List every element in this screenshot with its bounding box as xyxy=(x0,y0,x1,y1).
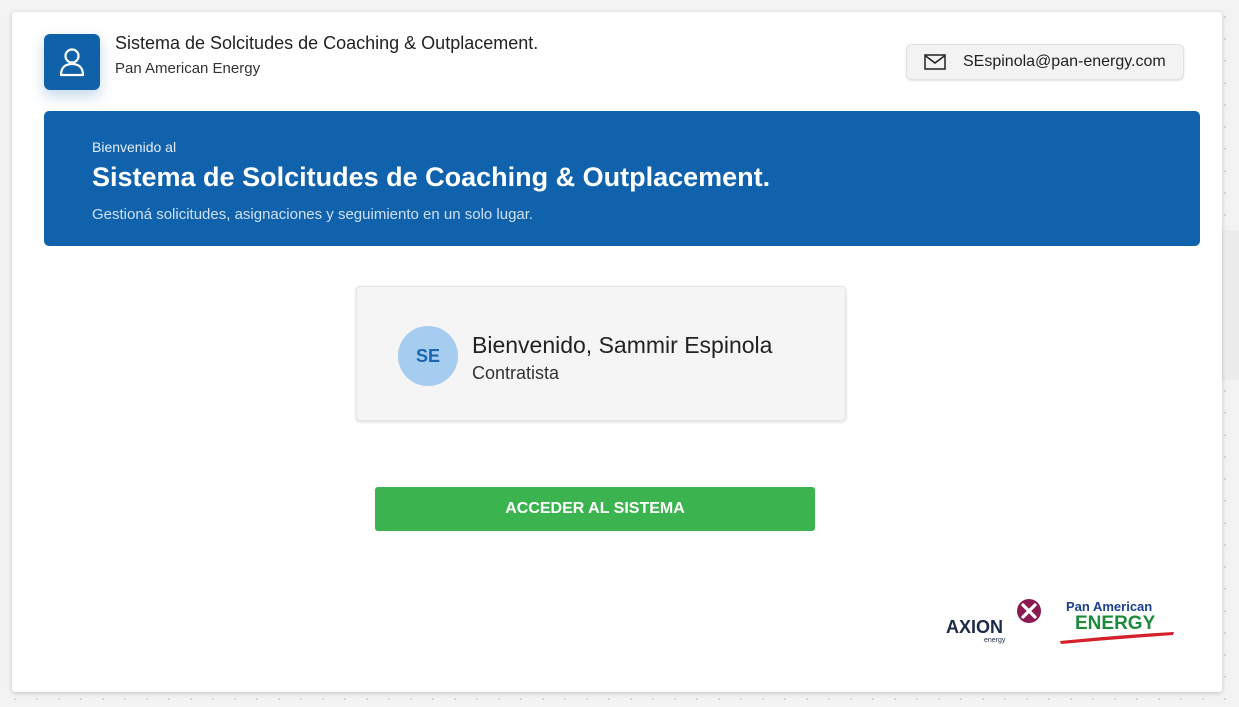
svg-text:Pan American: Pan American xyxy=(1066,599,1152,614)
app-logo xyxy=(44,34,100,90)
banner-title: Sistema de Solcitudes de Coaching & Outp… xyxy=(92,162,771,192)
svg-text:ENERGY: ENERGY xyxy=(1075,613,1156,634)
app-title: Sistema de Solcitudes de Coaching & Outp… xyxy=(115,33,539,53)
axion-energy-logo: AXION energy xyxy=(946,599,1041,644)
welcome-greeting: Bienvenido, Sammir Espinola xyxy=(472,332,773,358)
welcome-banner: Bienvenido al Sistema de Solcitudes de C… xyxy=(44,111,1200,246)
banner-pre-title: Bienvenido al xyxy=(92,139,177,155)
svg-text:AXION: AXION xyxy=(946,617,1003,637)
avatar: SE xyxy=(398,326,458,386)
app-subtitle: Pan American Energy xyxy=(115,60,261,77)
user-email: SEspinola@pan-energy.com xyxy=(963,53,1166,70)
axion-x-mark xyxy=(1017,599,1041,623)
mail-icon xyxy=(924,54,946,70)
access-system-button[interactable]: ACCEDER AL SISTEMA xyxy=(375,487,815,531)
pan-american-energy-logo: Pan American ENERGY xyxy=(1060,599,1174,644)
page-scroll-track xyxy=(1222,230,1239,380)
banner-subtitle: Gestioná solicitudes, asignaciones y seg… xyxy=(92,206,534,223)
user-role: Contratista xyxy=(472,363,560,383)
user-welcome-card: SE Bienvenido, Sammir Espinola Contratis… xyxy=(356,286,846,421)
user-icon xyxy=(59,48,85,77)
svg-text:energy: energy xyxy=(984,637,1006,644)
main-card: Sistema de Solcitudes de Coaching & Outp… xyxy=(12,12,1222,692)
user-email-chip[interactable]: SEspinola@pan-energy.com xyxy=(906,44,1184,80)
